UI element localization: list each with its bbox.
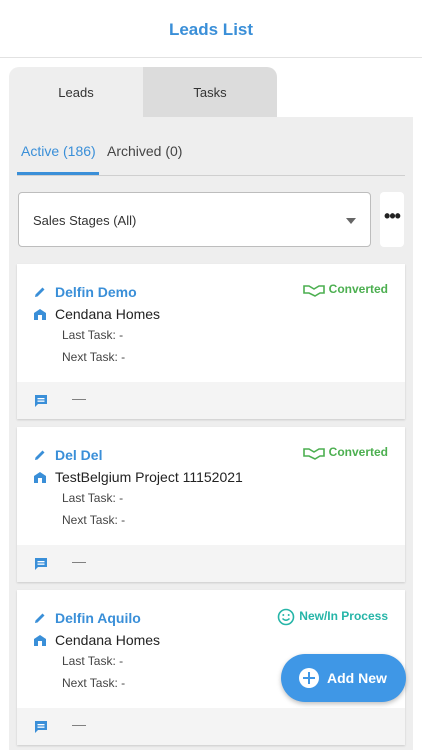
last-task-row: Last Task: - — [62, 328, 123, 342]
project-name: TestBelgium Project 11152021 — [55, 469, 243, 485]
next-task-row: Next Task: - — [62, 350, 125, 364]
card-footer: — — [17, 545, 405, 582]
footer-dash: — — [72, 553, 86, 569]
last-task-value: - — [119, 328, 124, 342]
comment-icon[interactable] — [34, 720, 48, 734]
project-name: Cendana Homes — [55, 306, 161, 322]
last-task-label: Last Task: — [62, 328, 116, 342]
sales-stage-select[interactable]: Sales Stages (All) — [18, 192, 371, 247]
last-task-value: - — [119, 491, 124, 505]
card-footer: — — [17, 708, 405, 745]
lead-name[interactable]: Del Del — [55, 447, 102, 463]
next-task-value: - — [121, 513, 126, 527]
pencil-icon[interactable] — [33, 448, 47, 462]
footer-dash: — — [72, 390, 86, 406]
handshake-icon — [302, 448, 325, 460]
last-task-label: Last Task: — [62, 654, 116, 668]
status-badge: New/In Process — [277, 608, 388, 626]
last-task-label: Last Task: — [62, 491, 116, 505]
tab-leads[interactable]: Leads — [9, 67, 143, 117]
comment-icon[interactable] — [34, 394, 48, 408]
sales-stage-value: Sales Stages (All) — [33, 213, 137, 228]
next-task-value: - — [121, 676, 126, 690]
footer-dash: — — [72, 716, 86, 732]
status-subtabs: Active (186) Archived (0) — [17, 130, 405, 176]
next-task-label: Next Task: — [62, 513, 118, 527]
last-task-row: Last Task: - — [62, 654, 123, 668]
next-task-row: Next Task: - — [62, 513, 125, 527]
building-icon — [34, 472, 46, 483]
next-task-value: - — [121, 350, 126, 364]
next-task-label: Next Task: — [62, 676, 118, 690]
caret-down-icon — [346, 218, 356, 224]
last-task-value: - — [119, 654, 124, 668]
subtab-active[interactable]: Active (186) — [21, 143, 96, 159]
comment-icon[interactable] — [34, 557, 48, 571]
tab-tasks[interactable]: Tasks — [143, 67, 277, 117]
more-options-label: ••• — [384, 206, 401, 226]
status-badge: Converted — [302, 282, 388, 297]
tab-leads-label: Leads — [58, 85, 94, 100]
lead-name[interactable]: Delfin Demo — [55, 284, 137, 300]
tab-tasks-label: Tasks — [193, 85, 227, 100]
lead-card[interactable]: Delfin Demo Cendana Homes Last Task: - N… — [17, 264, 405, 419]
status-label: New/In Process — [299, 609, 388, 624]
lead-name[interactable]: Delfin Aquilo — [55, 610, 141, 626]
card-footer: — — [17, 382, 405, 419]
page-title: Leads List — [168, 20, 254, 39]
last-task-row: Last Task: - — [62, 491, 123, 505]
lead-card[interactable]: Del Del TestBelgium Project 11152021 Las… — [17, 427, 405, 582]
add-new-label: Add New — [327, 670, 387, 686]
status-label: Converted — [328, 445, 388, 459]
next-task-label: Next Task: — [62, 350, 118, 364]
plus-icon — [299, 668, 319, 688]
more-options-button[interactable]: ••• — [380, 192, 404, 247]
subtab-archived[interactable]: Archived (0) — [107, 143, 182, 159]
pencil-icon[interactable] — [33, 611, 47, 625]
status-badge: Converted — [302, 445, 388, 460]
add-new-button[interactable]: Add New — [281, 654, 406, 702]
smiley-icon — [277, 608, 295, 626]
building-icon — [34, 309, 46, 320]
pencil-icon[interactable] — [33, 285, 47, 299]
app-header: Leads List — [0, 0, 422, 58]
status-label: Converted — [328, 282, 388, 296]
subtab-active-indicator — [17, 172, 99, 175]
project-name: Cendana Homes — [55, 632, 161, 648]
building-icon — [34, 635, 46, 646]
handshake-icon — [302, 285, 325, 297]
next-task-row: Next Task: - — [62, 676, 125, 690]
